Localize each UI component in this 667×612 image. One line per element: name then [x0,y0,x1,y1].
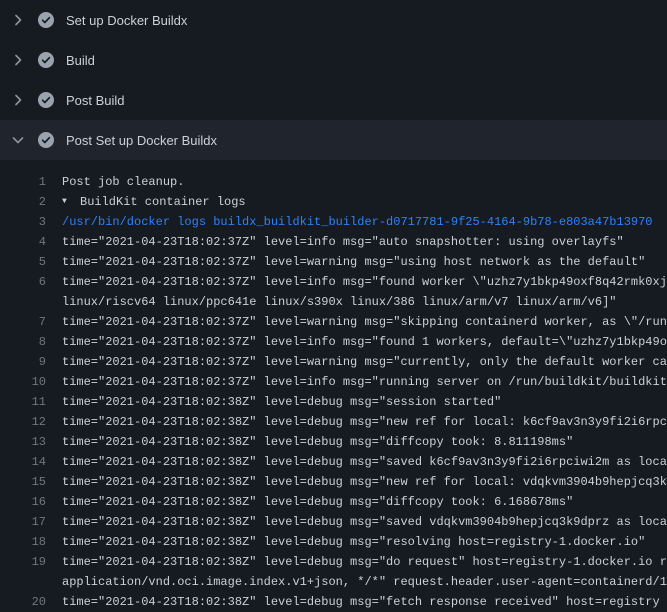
log-line-continuation: linux/riscv64 linux/ppc641e linux/s390x … [0,292,667,312]
chevron-right-icon [10,92,26,108]
log-command-line: 3 /usr/bin/docker logs buildx_buildkit_b… [0,212,667,232]
log-line-number[interactable]: 6 [0,272,46,292]
log-line-text: time="2021-04-23T18:02:37Z" level=warnin… [62,312,667,332]
log-line: 8 time="2021-04-23T18:02:37Z" level=info… [0,332,667,352]
step-label: Build [66,53,95,68]
log-line-text: time="2021-04-23T18:02:38Z" level=debug … [62,412,667,432]
log-line-text: time="2021-04-23T18:02:38Z" level=debug … [62,532,645,552]
log-line: 5 time="2021-04-23T18:02:37Z" level=warn… [0,252,667,272]
log-line: 6 time="2021-04-23T18:02:37Z" level=info… [0,272,667,292]
step-label: Set up Docker Buildx [66,13,187,28]
log-line-text: linux/riscv64 linux/ppc641e linux/s390x … [62,292,617,312]
workflow-steps-list: Set up Docker Buildx Build Post Build Po… [0,0,667,612]
chevron-right-icon [10,52,26,68]
step-header-post-setup-docker-buildx[interactable]: Post Set up Docker Buildx [0,120,667,160]
log-line: 9 time="2021-04-23T18:02:37Z" level=warn… [0,352,667,372]
log-line-number[interactable]: 17 [0,512,46,532]
log-line: 1 Post job cleanup. [0,172,667,192]
log-line-number[interactable]: 2 [0,192,46,212]
log-line: 14 time="2021-04-23T18:02:38Z" level=deb… [0,452,667,472]
log-line-number[interactable]: 19 [0,552,46,572]
log-group-toggle-icon[interactable]: ▼ [62,192,74,212]
log-line-text: time="2021-04-23T18:02:38Z" level=debug … [62,472,667,492]
log-line-number[interactable]: 16 [0,492,46,512]
log-line: 7 time="2021-04-23T18:02:37Z" level=warn… [0,312,667,332]
log-line-text: time="2021-04-23T18:02:38Z" level=debug … [62,592,660,612]
check-circle-icon [38,52,54,68]
log-group-title: BuildKit container logs [80,192,246,212]
log-line-number[interactable]: 3 [0,212,46,232]
log-line-text: time="2021-04-23T18:02:38Z" level=debug … [62,432,573,452]
log-line: 13 time="2021-04-23T18:02:38Z" level=deb… [0,432,667,452]
log-line-number[interactable]: 10 [0,372,46,392]
log-line-number[interactable]: 12 [0,412,46,432]
step-header-post-build[interactable]: Post Build [0,80,667,120]
log-line: 20 time="2021-04-23T18:02:38Z" level=deb… [0,592,667,612]
log-line-number[interactable]: 7 [0,312,46,332]
check-circle-icon [38,92,54,108]
log-line-text: time="2021-04-23T18:02:38Z" level=debug … [62,492,573,512]
check-circle-icon [38,132,54,148]
log-line-text: time="2021-04-23T18:02:37Z" level=info m… [62,332,667,352]
log-line-continuation: application/vnd.oci.image.index.v1+json,… [0,572,667,592]
log-line-text: time="2021-04-23T18:02:38Z" level=debug … [62,512,667,532]
log-line-text: time="2021-04-23T18:02:37Z" level=warnin… [62,252,645,272]
log-line-text: Post job cleanup. [62,172,184,192]
log-line: 17 time="2021-04-23T18:02:38Z" level=deb… [0,512,667,532]
log-output: 1 Post job cleanup. 2 ▼ BuildKit contain… [0,160,667,612]
log-line-number[interactable]: 15 [0,472,46,492]
log-line-number-spacer [0,572,46,592]
log-line-text: time="2021-04-23T18:02:38Z" level=debug … [62,452,667,472]
log-line: 18 time="2021-04-23T18:02:38Z" level=deb… [0,532,667,552]
log-line-number[interactable]: 1 [0,172,46,192]
log-line: 12 time="2021-04-23T18:02:38Z" level=deb… [0,412,667,432]
log-line: 15 time="2021-04-23T18:02:38Z" level=deb… [0,472,667,492]
step-header-build[interactable]: Build [0,40,667,80]
log-line-number[interactable]: 18 [0,532,46,552]
log-line-text: time="2021-04-23T18:02:37Z" level=warnin… [62,352,667,372]
log-line-number[interactable]: 8 [0,332,46,352]
chevron-down-icon [10,132,26,148]
step-header-setup-docker-buildx[interactable]: Set up Docker Buildx [0,0,667,40]
log-line: 16 time="2021-04-23T18:02:38Z" level=deb… [0,492,667,512]
log-line-number[interactable]: 5 [0,252,46,272]
log-line-number[interactable]: 4 [0,232,46,252]
log-line-number[interactable]: 9 [0,352,46,372]
log-group-line[interactable]: 2 ▼ BuildKit container logs [0,192,667,212]
log-line: 10 time="2021-04-23T18:02:37Z" level=inf… [0,372,667,392]
log-line-number[interactable]: 14 [0,452,46,472]
log-line-number[interactable]: 20 [0,592,46,612]
log-line-text: time="2021-04-23T18:02:37Z" level=info m… [62,372,667,392]
log-line-text: time="2021-04-23T18:02:37Z" level=info m… [62,232,624,252]
step-label: Post Set up Docker Buildx [66,133,217,148]
log-line: 11 time="2021-04-23T18:02:38Z" level=deb… [0,392,667,412]
chevron-right-icon [10,12,26,28]
log-line: 4 time="2021-04-23T18:02:37Z" level=info… [0,232,667,252]
check-circle-icon [38,12,54,28]
log-command-text: /usr/bin/docker logs buildx_buildkit_bui… [62,212,653,232]
log-line-number[interactable]: 13 [0,432,46,452]
log-line-text: time="2021-04-23T18:02:37Z" level=info m… [62,272,667,292]
log-line-number-spacer [0,292,46,312]
log-line-text: application/vnd.oci.image.index.v1+json,… [62,572,667,592]
log-line: 19 time="2021-04-23T18:02:38Z" level=deb… [0,552,667,572]
log-line-number[interactable]: 11 [0,392,46,412]
step-label: Post Build [66,93,125,108]
log-line-text: time="2021-04-23T18:02:38Z" level=debug … [62,552,667,572]
log-line-text: time="2021-04-23T18:02:38Z" level=debug … [62,392,501,412]
